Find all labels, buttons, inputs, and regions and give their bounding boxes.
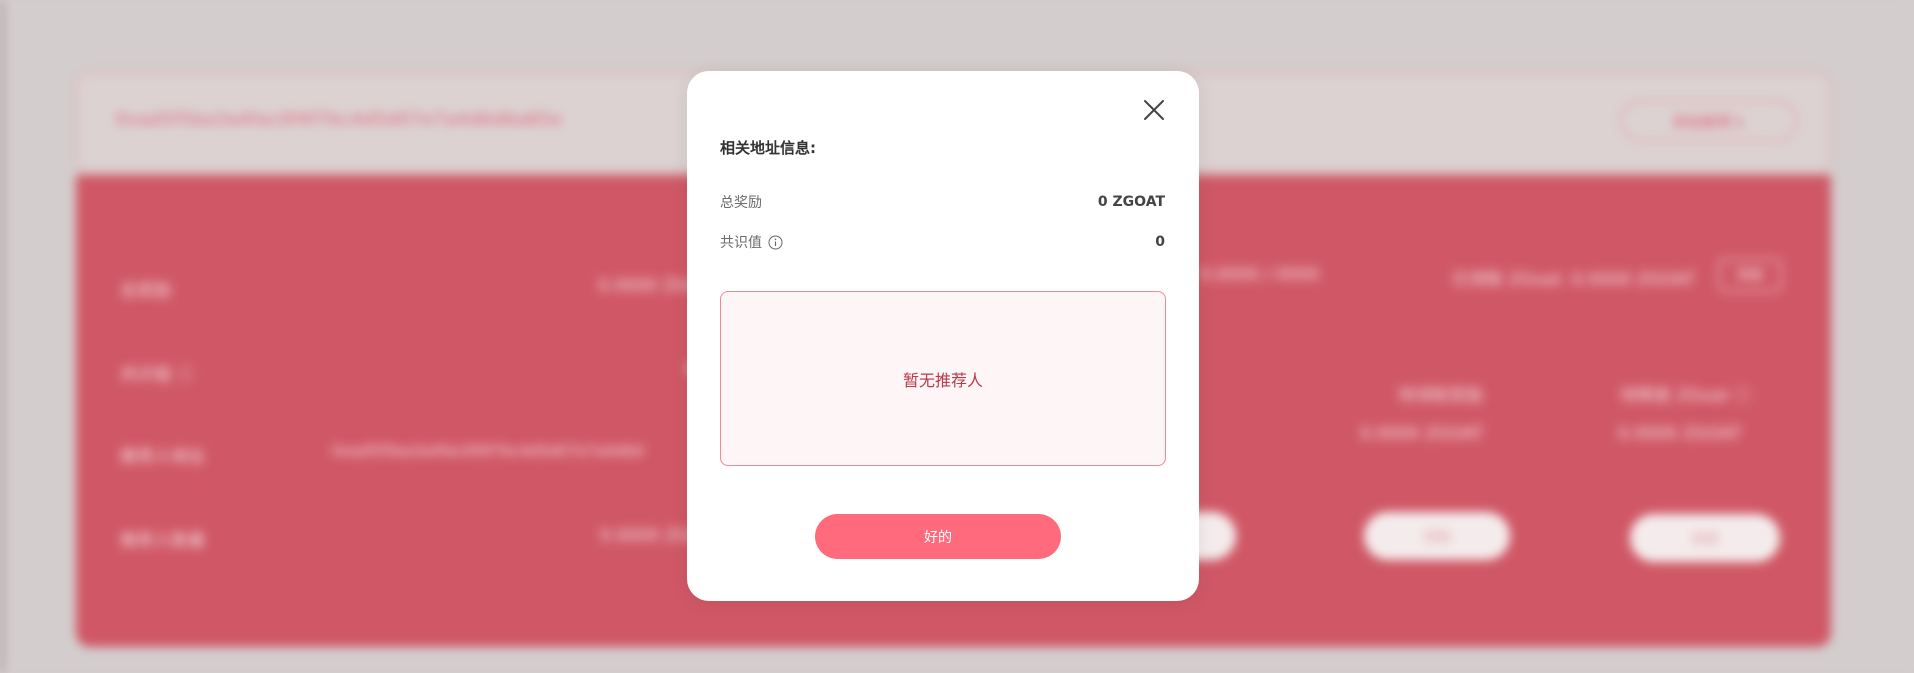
- claim-pill-2: 领取: [1364, 512, 1510, 560]
- window-edge: [0, 0, 4, 673]
- row-label-referrer-count: 推荐人数量: [120, 531, 205, 551]
- total-reward-row: 总奖励 0 ZGOAT: [720, 191, 1165, 213]
- ok-button[interactable]: 好的: [815, 514, 1061, 559]
- dialog-title: 相关地址信息:: [720, 139, 816, 157]
- address-info-dialog: 相关地址信息: 总奖励 0 ZGOAT 共识值 0 暂无推荐人 好的: [687, 71, 1199, 601]
- claim-small-button: 领取: [1718, 258, 1782, 292]
- total-reward-label: 总奖励: [720, 195, 762, 211]
- empty-referrer-text: 暂无推荐人: [902, 370, 983, 390]
- consensus-value: 0: [1155, 234, 1165, 250]
- referrer-list-box: 暂无推荐人: [720, 291, 1166, 466]
- row-label-consensus: 共识值 ⓘ: [120, 365, 194, 385]
- close-button[interactable]: [1139, 95, 1169, 125]
- wallet-address: 0xad5f5ba3a4fac0f4f7bc4d5d07e7a4d6d6a85e: [116, 110, 563, 130]
- info-icon[interactable]: [768, 235, 783, 250]
- col-header-pending: 待领取奖励: [1398, 386, 1483, 406]
- add-referrer-button: 添加推荐人: [1620, 100, 1798, 142]
- row-label-referrer: 推荐人地址: [120, 447, 205, 467]
- mid-value: 0.0000 / 0000: [1200, 265, 1320, 285]
- claim-pill-3: 领取: [1630, 514, 1780, 562]
- consensus-row: 共识值 0: [720, 231, 1165, 253]
- consensus-label: 共识值: [720, 235, 762, 251]
- consensus-label-group: 共识值: [720, 232, 783, 252]
- row-value-referrer: 0xad5f5ba3a4fac0f4f7bc4d5d07e7a4d6d: [332, 442, 644, 460]
- claimed-summary: 已领取 ZGoat: 0.0000 ZGOAT: [1452, 270, 1696, 290]
- close-icon: [1139, 95, 1169, 125]
- col-value-pending: 0.0000 ZGOAT: [1360, 424, 1484, 444]
- col-header-release: 待释放 ZGoat ⓘ: [1620, 386, 1752, 406]
- col-value-release: 0.0000 ZGOAT: [1618, 424, 1742, 444]
- total-reward-value: 0 ZGOAT: [1097, 194, 1165, 210]
- row-label-total-reward: 总奖励: [120, 281, 171, 301]
